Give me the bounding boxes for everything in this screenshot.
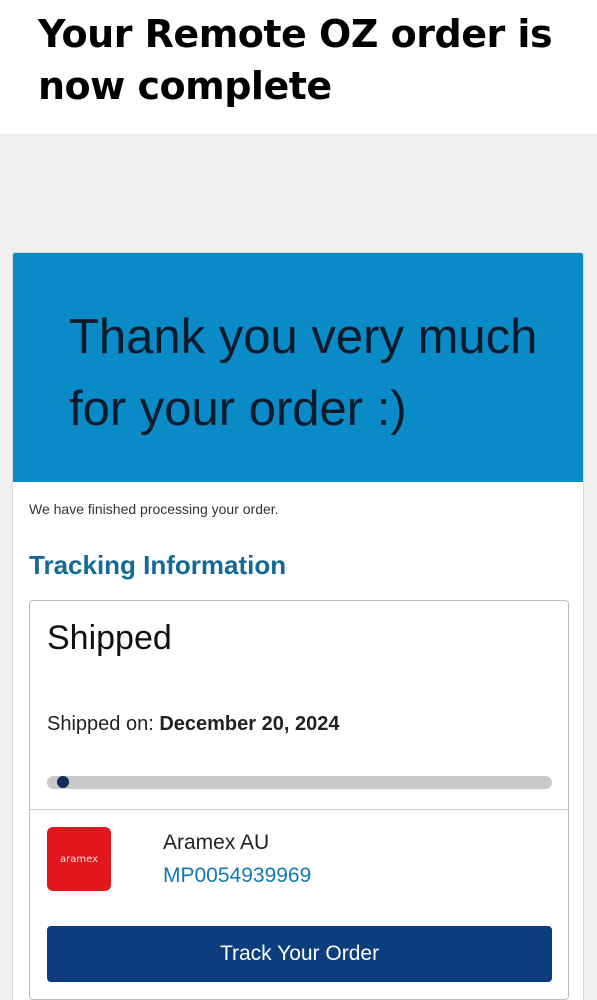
carrier-logo-text: aramex	[59, 853, 98, 865]
shipped-on-date: December 20, 2024	[159, 713, 340, 735]
shipment-progress-dot	[57, 776, 70, 788]
shipment-status: Shipped	[47, 619, 172, 657]
caption-header: Your Remote OZ order is now complete	[0, 0, 597, 134]
email-card: Thank you very much for your order :) We…	[12, 252, 584, 1000]
divider	[30, 809, 568, 810]
tracking-box: Shipped Shipped on: December 20, 2024 ar…	[29, 600, 569, 1000]
intro-text: We have finished processing your order.	[29, 501, 279, 517]
shipped-on-label: Shipped on:	[47, 713, 154, 735]
track-order-button[interactable]: Track Your Order	[47, 926, 552, 982]
screenshot: Your Remote OZ order is now complete Tha…	[0, 0, 597, 1000]
headline: Your Remote OZ order is now complete	[38, 12, 553, 108]
hero-banner: Thank you very much for your order :)	[13, 253, 583, 482]
tracking-number-link[interactable]: MP0054939969	[163, 864, 311, 888]
aramex-logo-icon: aramex	[47, 827, 111, 891]
hero-message: Thank you very much for your order :)	[69, 310, 538, 436]
carrier-name: Aramex AU	[163, 831, 270, 854]
shipped-on-line: Shipped on: December 20, 2024	[47, 713, 339, 736]
tracking-section-title: Tracking Information	[29, 550, 287, 580]
shipment-progress-bar	[47, 776, 552, 789]
